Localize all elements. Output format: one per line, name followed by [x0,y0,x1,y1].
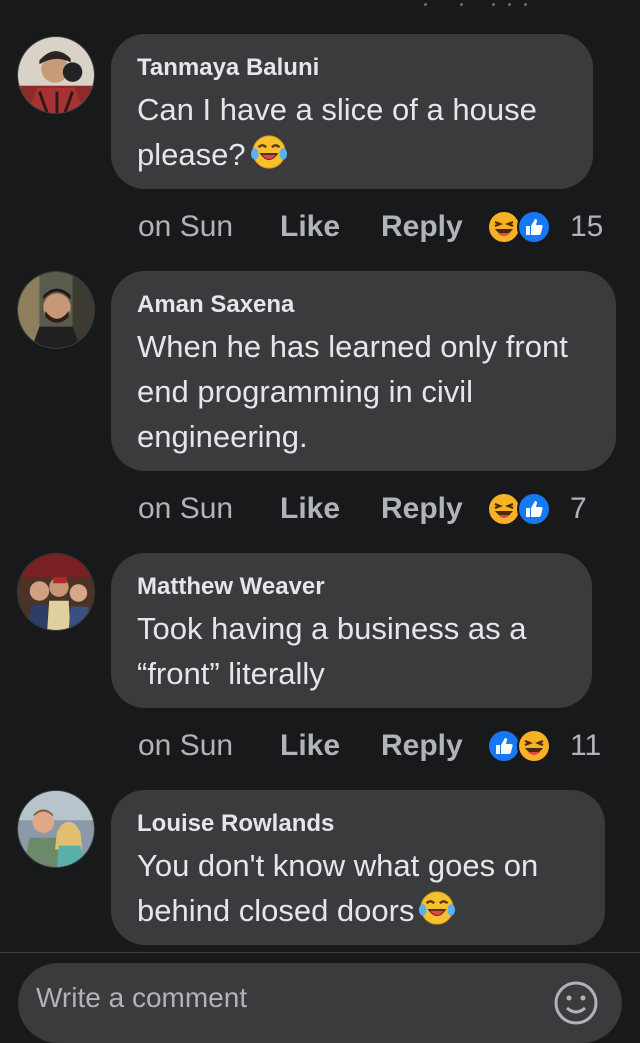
comment-actions: on Sun Like Reply 7 [138,487,618,531]
reply-button[interactable]: Reply [381,205,463,249]
commenter-name[interactable]: Tanmaya Baluni [137,52,567,84]
laughing-tears-icon [419,891,456,925]
comment-bubble: Matthew Weaver Took having a business as… [111,553,592,708]
commenter-name[interactable]: Aman Saxena [137,289,590,321]
comment-timestamp[interactable]: on Sun [138,205,233,249]
avatar[interactable] [17,271,95,349]
haha-icon [517,729,551,763]
comment-text: When he has learned only front end progr… [137,329,568,454]
comment-timestamp[interactable]: on Sun [138,724,233,768]
commenter-name[interactable]: Matthew Weaver [137,571,566,603]
reaction-count: 7 [570,492,587,525]
like-button[interactable]: Like [280,205,340,249]
like-button[interactable]: Like [280,724,340,768]
comment-text: Took having a business as a “front” lite… [137,611,527,691]
like-icon [517,492,551,526]
emoji-picker-icon[interactable] [552,979,600,1027]
reaction-count: 11 [570,729,602,762]
comment-actions: on Sun Like Reply 11 [138,724,618,768]
like-icon [517,210,551,244]
avatar[interactable] [17,790,95,868]
reply-button[interactable]: Reply [381,724,463,768]
comment-input[interactable] [34,977,538,1019]
comment-timestamp[interactable]: on Sun [138,487,233,531]
comment-bubble: Tanmaya Baluni Can I have a slice of a h… [111,34,593,189]
comment-bubble: Louise Rowlands You don't know what goes… [111,790,605,945]
reaction-summary[interactable]: 15 [486,205,616,249]
avatar[interactable] [17,553,95,631]
laughing-tears-icon [250,135,287,169]
reaction-summary[interactable]: 11 [486,724,616,768]
comment-text: Can I have a slice of a house please? [137,92,537,172]
like-button[interactable]: Like [280,487,340,531]
commenter-name[interactable]: Louise Rowlands [137,808,579,840]
scroll-indicator [420,0,560,10]
comment-bubble: Aman Saxena When he has learned only fro… [111,271,616,471]
comment-text: You don't know what goes on behind close… [137,848,539,928]
reaction-summary[interactable]: 7 [486,487,616,531]
divider [0,952,640,953]
comment-actions: on Sun Like Reply 15 [138,205,618,249]
comment-composer[interactable] [18,963,622,1043]
reaction-count: 15 [570,210,604,243]
avatar[interactable] [17,36,95,114]
reply-button[interactable]: Reply [381,487,463,531]
